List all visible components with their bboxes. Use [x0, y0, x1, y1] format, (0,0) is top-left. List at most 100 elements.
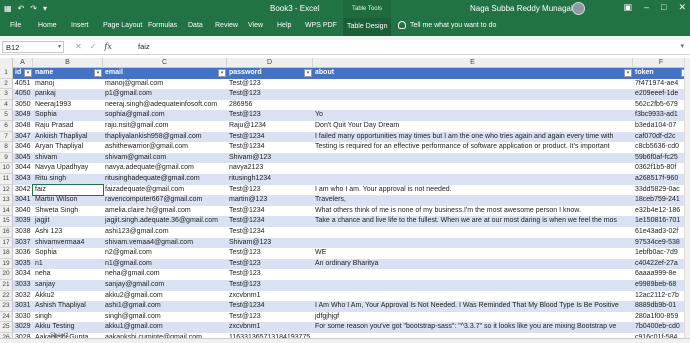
row-header[interactable]: 23: [0, 301, 13, 312]
cell-token[interactable]: 7b0400eb-cd0: [633, 322, 690, 333]
cell-password[interactable]: Test@123: [227, 110, 313, 121]
cell-name[interactable]: Ashish Thapliyal: [33, 301, 103, 312]
select-all-corner[interactable]: [0, 58, 13, 68]
column-header-b[interactable]: B: [33, 58, 103, 68]
column-header-f[interactable]: F: [633, 58, 690, 68]
expand-formula-icon[interactable]: ▾: [680, 42, 684, 50]
cell-about[interactable]: WE: [313, 248, 633, 259]
cell-name[interactable]: Ritu singh: [33, 174, 103, 185]
header-token[interactable]: token▾: [633, 68, 690, 79]
cell-email[interactable]: p1@gmail.com: [103, 89, 227, 100]
cell-id[interactable]: 3034: [13, 269, 33, 280]
cell-about[interactable]: Yo: [313, 110, 633, 121]
redo-icon[interactable]: ↷: [30, 4, 37, 13]
row-header[interactable]: 22: [0, 290, 13, 302]
tab-view[interactable]: View: [248, 22, 263, 29]
row-header[interactable]: 21: [0, 280, 13, 291]
maximize-icon[interactable]: □: [661, 2, 666, 13]
cell-token[interactable]: e209eeef-1de: [633, 89, 690, 100]
cell-id[interactable]: 3040: [13, 206, 33, 217]
row-header[interactable]: 17: [0, 237, 13, 249]
cell-email[interactable]: jagjit.singh.adequate.36@gmail.com: [103, 216, 227, 227]
cell-token[interactable]: 6aaaa999-8e: [633, 269, 690, 280]
formula-input[interactable]: faiz: [138, 42, 150, 51]
cell-about[interactable]: [313, 291, 633, 302]
cell-about[interactable]: I Am Who I Am, Your Approval Is Not Need…: [313, 301, 633, 312]
cell-id[interactable]: 3038: [13, 227, 33, 238]
cell-email[interactable]: singh@gmail.com: [103, 312, 227, 323]
cell-name[interactable]: Neeraj1993: [33, 100, 103, 111]
row-header[interactable]: 4: [0, 99, 13, 111]
column-header-a[interactable]: A: [13, 58, 33, 68]
header-id[interactable]: id ▾: [13, 68, 33, 79]
row-header[interactable]: 6: [0, 121, 13, 132]
row-header[interactable]: 18: [0, 248, 13, 259]
cell-token[interactable]: 1e150816-701: [633, 216, 690, 227]
cell-email[interactable]: n1@gmail.com: [103, 259, 227, 270]
cell-password[interactable]: 286956: [227, 100, 313, 111]
row-header[interactable]: 5: [0, 110, 13, 121]
cell-about[interactable]: For some reason you've got "bootstrap-sa…: [313, 322, 633, 333]
column-header-d[interactable]: D: [227, 58, 313, 68]
cell-name[interactable]: Navya Upadhyay: [33, 163, 103, 174]
cell-token[interactable]: 7f471974-ae4: [633, 79, 690, 90]
cell-email[interactable]: neeraj.singh@adequateinfosoft.com: [103, 100, 227, 111]
undo-icon[interactable]: ↶: [18, 4, 25, 13]
cell-name[interactable]: Sophia: [33, 248, 103, 259]
cell-password[interactable]: Test@1234: [227, 132, 313, 143]
cell-id[interactable]: 3049: [13, 110, 33, 121]
cell-name[interactable]: Martin Wilson: [33, 195, 103, 206]
cell-password[interactable]: Test@1234: [227, 206, 313, 217]
cell-name[interactable]: sanjay: [33, 280, 103, 291]
cell-email[interactable]: shivam.vemaa4@gmail.com: [103, 238, 227, 249]
customize-icon[interactable]: ▾: [43, 4, 47, 13]
cell-name[interactable]: jagjit: [33, 216, 103, 227]
cell-password[interactable]: Test@123: [227, 269, 313, 280]
cell-name[interactable]: n1: [33, 259, 103, 270]
cell-password[interactable]: Raju@1234: [227, 121, 313, 132]
cell-password[interactable]: Shivam@123: [227, 238, 313, 249]
cell-id[interactable]: 3032: [13, 291, 33, 302]
cell-about[interactable]: I failed many opportunities may times bu…: [313, 132, 633, 143]
save-icon[interactable]: ▦: [4, 4, 12, 13]
cell-id[interactable]: 3045: [13, 153, 33, 164]
tab-table-design[interactable]: Table Design: [343, 18, 392, 36]
cell-id[interactable]: 3033: [13, 280, 33, 291]
row-header[interactable]: 2: [0, 78, 13, 90]
cell-id[interactable]: 3031: [13, 301, 33, 312]
row-header[interactable]: 11: [0, 174, 13, 185]
insert-function-icon[interactable]: fx: [104, 42, 111, 51]
row-header[interactable]: 13: [0, 195, 13, 206]
row-header[interactable]: 7: [0, 131, 13, 143]
cell-password[interactable]: navya2123: [227, 163, 313, 174]
chevron-down-icon[interactable]: ▾: [58, 42, 61, 53]
cell-password[interactable]: Test@123: [227, 79, 313, 90]
header-name[interactable]: name ▾: [33, 68, 103, 79]
cell-email[interactable]: ashithewarrior@gmail.com: [103, 142, 227, 153]
cell-token[interactable]: f3bc9933-ad1: [633, 110, 690, 121]
row-header[interactable]: 25: [0, 322, 13, 333]
cell-token[interactable]: 33dd5829-0ac: [633, 185, 690, 196]
cell-id[interactable]: 3048: [13, 121, 33, 132]
cell-token[interactable]: 562c2fb5-679: [633, 100, 690, 111]
tab-review[interactable]: Review: [215, 22, 238, 29]
cell-id[interactable]: 3029: [13, 322, 33, 333]
row-header[interactable]: 9: [0, 152, 13, 164]
cell-password[interactable]: Test@123: [227, 185, 313, 196]
cell-email[interactable]: shivam@gmail.com: [103, 153, 227, 164]
row-header[interactable]: 20: [0, 269, 13, 280]
cell-password[interactable]: Test@123: [227, 89, 313, 100]
cell-password[interactable]: Test@123: [227, 259, 313, 270]
cell-about[interactable]: [313, 153, 633, 164]
row-header[interactable]: 14: [0, 205, 13, 217]
cell-password[interactable]: ritusingh1234: [227, 174, 313, 185]
row-header[interactable]: 8: [0, 142, 13, 153]
tab-data[interactable]: Data: [188, 22, 203, 29]
cell-about[interactable]: Don't Quit Your Day Dream: [313, 121, 633, 132]
enter-icon[interactable]: ✓: [90, 42, 97, 51]
cell-name[interactable]: singh: [33, 312, 103, 323]
row-header[interactable]: 19: [0, 258, 13, 270]
cell-token[interactable]: 280a1f00-859: [633, 312, 690, 323]
cell-email[interactable]: akku2@gmail.com: [103, 291, 227, 302]
cell-about[interactable]: [313, 89, 633, 100]
